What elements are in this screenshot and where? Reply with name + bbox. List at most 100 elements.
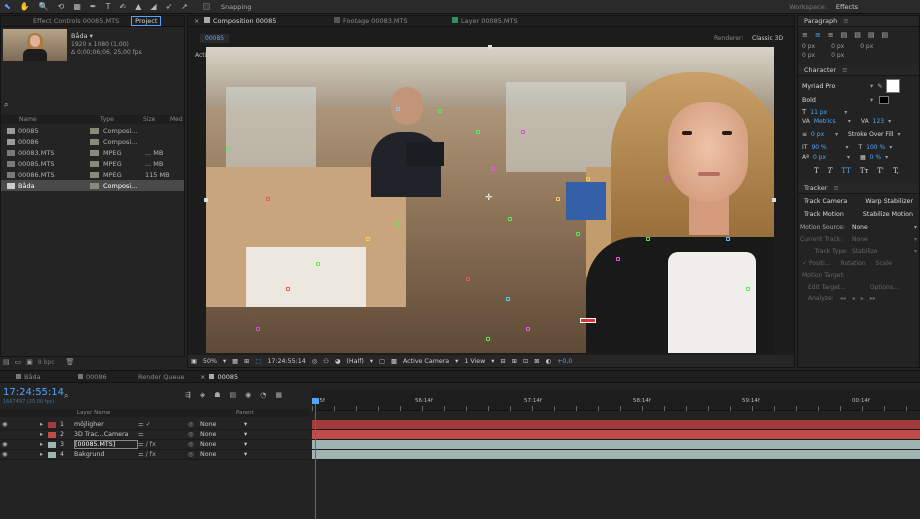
track-point[interactable] (466, 277, 470, 281)
tab-00086[interactable]: 00086 (78, 373, 138, 381)
track-point[interactable] (646, 237, 650, 241)
font-style-dropdown[interactable]: Bold (802, 97, 870, 104)
region-icon[interactable]: ⬚ (255, 358, 261, 365)
timeline-icon[interactable]: ⊡ (523, 358, 528, 365)
search-icon[interactable]: ⌕ (4, 100, 8, 110)
mask-visibility-icon[interactable]: ⊞ (244, 358, 249, 365)
list-item[interactable]: 00085.MTS MPEG... MB (1, 158, 184, 169)
list-item[interactable]: Båda Composi... (1, 180, 184, 191)
brush-tool-icon[interactable]: ✍ (120, 0, 127, 14)
composition-flowchart-icon[interactable]: ⇶ (185, 391, 191, 399)
align-left-icon[interactable]: ≡ (802, 31, 808, 39)
all-caps-button[interactable]: TT (841, 167, 850, 175)
track-point[interactable] (508, 217, 512, 221)
parent-dropdown[interactable]: None (200, 421, 244, 428)
frame-blending-icon[interactable]: ▤ (230, 391, 237, 399)
col-size[interactable]: Size (143, 116, 170, 123)
tab-project[interactable]: Project (131, 16, 162, 26)
rotation-tool-icon[interactable]: ⟲ (58, 0, 65, 14)
flowchart-icon[interactable]: ⊠ (534, 358, 539, 365)
show-snapshot-icon[interactable]: ⚇ (323, 358, 329, 365)
horizontal-scale-value[interactable]: 100 % (866, 144, 885, 151)
new-comp-icon[interactable]: ▣ (26, 358, 33, 366)
layer-label-color[interactable] (48, 451, 56, 458)
track-point[interactable] (521, 130, 525, 134)
justify-left-icon[interactable]: ▤ (841, 31, 848, 39)
indent-right-value[interactable]: 0 px (831, 43, 844, 50)
track-motion-button[interactable]: Track Motion (804, 211, 844, 218)
draft-3d-icon[interactable]: ◈ (200, 391, 205, 399)
selection-tool-icon[interactable]: ⬉ (4, 0, 11, 14)
timeline-settings-icon[interactable]: ▦ (275, 391, 282, 399)
tab-effect-controls[interactable]: Effect Controls 00085.MTS (7, 17, 119, 25)
track-point[interactable] (666, 177, 670, 181)
stroke-width-value[interactable]: 0 px (811, 131, 831, 138)
rectangle-tool-icon[interactable]: ▦ (73, 0, 81, 14)
track-point[interactable] (586, 177, 590, 181)
options-button[interactable]: Options... (870, 284, 899, 291)
align-center-icon[interactable]: ≡ (815, 31, 821, 39)
project-item-name[interactable]: Båda ▾ (71, 32, 93, 40)
layer-label-color[interactable] (48, 441, 56, 448)
motion-blur-icon[interactable]: ◉ (245, 391, 251, 399)
table-row[interactable]: ▸ 2 3D Trac...Camera ⚌ ◎ None ▾ (0, 430, 310, 440)
eyedropper-icon[interactable]: ✎ (877, 83, 882, 90)
zoom-tool-icon[interactable]: 🔍 (39, 0, 49, 14)
close-icon[interactable]: × (194, 17, 204, 25)
subscript-button[interactable]: T, (893, 167, 899, 175)
magnification-dropdown[interactable]: 50% (203, 358, 217, 365)
col-media[interactable]: Med (170, 116, 183, 123)
rotation-checkbox[interactable]: Rotation (841, 260, 866, 267)
timeline-search-icon[interactable]: ⌕ (64, 391, 68, 401)
faux-bold-button[interactable]: T (814, 167, 819, 175)
transparency-grid-icon[interactable]: ▩ (391, 358, 397, 365)
track-point[interactable] (576, 232, 580, 236)
layer-bar[interactable] (312, 420, 920, 430)
fill-color-swatch[interactable] (886, 79, 901, 93)
layer-bar[interactable] (312, 450, 920, 460)
exposure-value[interactable]: +0,0 (557, 358, 572, 365)
parent-dropdown[interactable]: None (200, 431, 244, 438)
space-after-value[interactable]: 0 px (831, 52, 844, 59)
table-row[interactable]: ◉ ▸ 1 möjligher ⚌ ✓ ◎ None ▾ (0, 420, 310, 430)
comp-navigator-button[interactable]: 00085 (200, 34, 230, 43)
font-size-value[interactable]: 11 px (810, 109, 840, 116)
position-checkbox[interactable]: ✓ Positi... (802, 260, 831, 267)
resolution-dropdown[interactable]: (Half) (346, 358, 363, 365)
layer-label-color[interactable] (48, 421, 56, 428)
table-row[interactable]: ◉ ▸ 4 Bakgrund ⚌ / fx ◎ None ▾ (0, 450, 310, 460)
track-point[interactable] (366, 237, 370, 241)
track-point[interactable] (616, 257, 620, 261)
list-item[interactable]: 00086 Composi... (1, 136, 184, 147)
trash-icon[interactable]: 🗑 (66, 358, 75, 366)
track-point[interactable] (476, 130, 480, 134)
stroke-mode-dropdown[interactable]: Stroke Over Fill (848, 131, 893, 138)
track-point[interactable] (266, 197, 270, 201)
track-point[interactable] (396, 222, 400, 226)
justify-all-icon[interactable]: ▤ (882, 31, 889, 39)
parent-dropdown[interactable]: None (200, 451, 244, 458)
workspace-dropdown[interactable]: Effects (836, 3, 858, 11)
tab-layer[interactable]: Layer 00085.MTS (440, 17, 518, 25)
track-point[interactable] (396, 107, 400, 111)
eraser-tool-icon[interactable]: ◢ (150, 0, 156, 14)
snapping-checkbox[interactable] (202, 3, 210, 10)
track-point[interactable] (486, 337, 490, 341)
parent-dropdown[interactable]: None (200, 441, 244, 448)
current-time-indicator[interactable] (315, 401, 316, 519)
scale-checkbox[interactable]: Scale (876, 260, 892, 267)
type-tool-icon[interactable]: T (106, 0, 111, 14)
reset-exposure-icon[interactable]: ◐ (546, 358, 552, 365)
track-type-dropdown[interactable]: Stabilize (852, 248, 910, 255)
always-preview-icon[interactable]: ▣ (191, 358, 197, 365)
hand-tool-icon[interactable]: ✋ (20, 0, 30, 14)
baseline-shift-value[interactable]: 0 px (813, 154, 843, 161)
graph-editor-icon[interactable]: ◔ (260, 391, 266, 399)
vertical-scale-value[interactable]: 90 % (811, 144, 841, 151)
shy-layers-icon[interactable]: ☗ (214, 391, 220, 399)
tab-composition[interactable]: Composition 00085 (204, 17, 322, 25)
list-item[interactable]: 00086.MTS MPEG 115 MB (1, 169, 184, 180)
layer-bar[interactable] (312, 440, 920, 450)
interpret-icon[interactable]: ▤ (3, 358, 10, 366)
stamp-tool-icon[interactable]: ▲ (135, 0, 141, 14)
